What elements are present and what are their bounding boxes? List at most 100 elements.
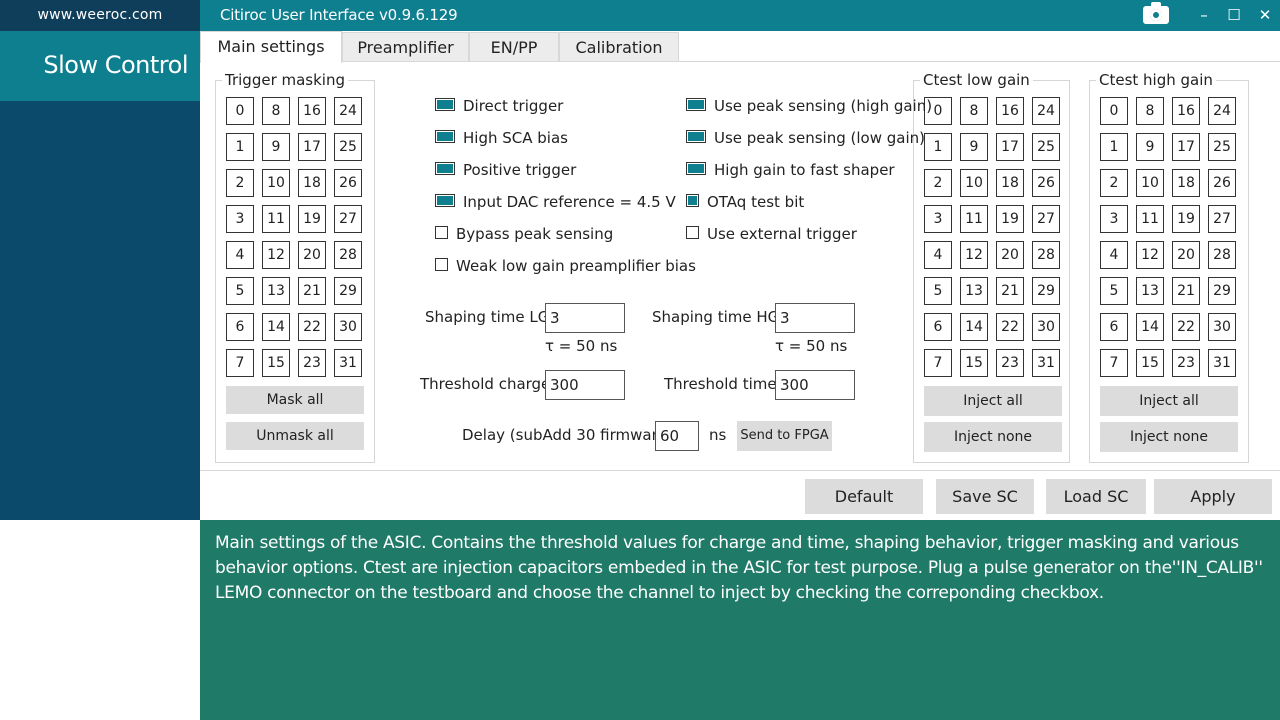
default-button[interactable]: Default bbox=[805, 479, 923, 514]
ctest-low-channel-3[interactable]: 3 bbox=[924, 205, 952, 233]
checkbox[interactable] bbox=[435, 130, 455, 143]
ctest-low-channel-21[interactable]: 21 bbox=[996, 277, 1024, 305]
trigger-mask-channel-5[interactable]: 5 bbox=[226, 277, 254, 305]
ctest-low-channel-24[interactable]: 24 bbox=[1032, 97, 1060, 125]
maximize-button[interactable]: ☐ bbox=[1219, 0, 1249, 31]
trigger-mask-channel-0[interactable]: 0 bbox=[226, 97, 254, 125]
ctest-low-channel-19[interactable]: 19 bbox=[996, 205, 1024, 233]
checkbox[interactable] bbox=[686, 162, 706, 175]
ctest-high-channel-23[interactable]: 23 bbox=[1172, 349, 1200, 377]
checkbox[interactable] bbox=[435, 194, 455, 207]
ctest-low-channel-7[interactable]: 7 bbox=[924, 349, 952, 377]
trigger-mask-channel-11[interactable]: 11 bbox=[262, 205, 290, 233]
trigger-mask-channel-3[interactable]: 3 bbox=[226, 205, 254, 233]
sidebar-item-slow-control[interactable]: Slow Control bbox=[0, 31, 200, 101]
ctest-high-channel-11[interactable]: 11 bbox=[1136, 205, 1164, 233]
load-sc-button[interactable]: Load SC bbox=[1046, 479, 1146, 514]
ctest-low-channel-17[interactable]: 17 bbox=[996, 133, 1024, 161]
ctest-high-channel-20[interactable]: 20 bbox=[1172, 241, 1200, 269]
minimize-button[interactable]: – bbox=[1189, 0, 1219, 31]
trigger-mask-channel-22[interactable]: 22 bbox=[298, 313, 326, 341]
trigger-mask-channel-9[interactable]: 9 bbox=[262, 133, 290, 161]
trigger-mask-channel-7[interactable]: 7 bbox=[226, 349, 254, 377]
ctest-low-channel-26[interactable]: 26 bbox=[1032, 169, 1060, 197]
threshold-charge-input[interactable]: 300 bbox=[545, 370, 625, 400]
website-link[interactable]: www.weeroc.com bbox=[0, 0, 200, 31]
ctest-low-channel-11[interactable]: 11 bbox=[960, 205, 988, 233]
ctest-low-channel-6[interactable]: 6 bbox=[924, 313, 952, 341]
ctest-low-channel-29[interactable]: 29 bbox=[1032, 277, 1060, 305]
tab-preamplifier[interactable]: Preamplifier bbox=[342, 32, 469, 62]
mask-all-button[interactable]: Mask all bbox=[226, 386, 364, 414]
trigger-mask-channel-31[interactable]: 31 bbox=[334, 349, 362, 377]
ctest-low-channel-12[interactable]: 12 bbox=[960, 241, 988, 269]
ctest-high-channel-5[interactable]: 5 bbox=[1100, 277, 1128, 305]
ctest-high-channel-18[interactable]: 18 bbox=[1172, 169, 1200, 197]
checkbox[interactable] bbox=[686, 130, 706, 143]
trigger-mask-channel-19[interactable]: 19 bbox=[298, 205, 326, 233]
inject-none-high-button[interactable]: Inject none bbox=[1100, 422, 1238, 452]
ctest-low-channel-5[interactable]: 5 bbox=[924, 277, 952, 305]
send-to-fpga-button[interactable]: Send to FPGA bbox=[737, 421, 832, 451]
ctest-high-channel-9[interactable]: 9 bbox=[1136, 133, 1164, 161]
ctest-high-channel-24[interactable]: 24 bbox=[1208, 97, 1236, 125]
tab-main-settings[interactable]: Main settings bbox=[200, 31, 342, 63]
trigger-mask-channel-16[interactable]: 16 bbox=[298, 97, 326, 125]
ctest-high-channel-4[interactable]: 4 bbox=[1100, 241, 1128, 269]
ctest-high-channel-22[interactable]: 22 bbox=[1172, 313, 1200, 341]
trigger-mask-channel-10[interactable]: 10 bbox=[262, 169, 290, 197]
ctest-high-channel-21[interactable]: 21 bbox=[1172, 277, 1200, 305]
ctest-low-channel-27[interactable]: 27 bbox=[1032, 205, 1060, 233]
trigger-mask-channel-20[interactable]: 20 bbox=[298, 241, 326, 269]
ctest-low-channel-8[interactable]: 8 bbox=[960, 97, 988, 125]
checkbox[interactable] bbox=[435, 162, 455, 175]
shaping-lg-input[interactable]: 3 bbox=[545, 303, 625, 333]
ctest-high-channel-2[interactable]: 2 bbox=[1100, 169, 1128, 197]
trigger-mask-channel-8[interactable]: 8 bbox=[262, 97, 290, 125]
ctest-low-channel-18[interactable]: 18 bbox=[996, 169, 1024, 197]
ctest-low-channel-2[interactable]: 2 bbox=[924, 169, 952, 197]
ctest-high-channel-6[interactable]: 6 bbox=[1100, 313, 1128, 341]
ctest-low-channel-23[interactable]: 23 bbox=[996, 349, 1024, 377]
ctest-low-channel-15[interactable]: 15 bbox=[960, 349, 988, 377]
checkbox[interactable] bbox=[435, 98, 455, 111]
trigger-mask-channel-14[interactable]: 14 bbox=[262, 313, 290, 341]
trigger-mask-channel-28[interactable]: 28 bbox=[334, 241, 362, 269]
ctest-high-channel-10[interactable]: 10 bbox=[1136, 169, 1164, 197]
ctest-low-channel-14[interactable]: 14 bbox=[960, 313, 988, 341]
ctest-low-channel-9[interactable]: 9 bbox=[960, 133, 988, 161]
ctest-high-channel-7[interactable]: 7 bbox=[1100, 349, 1128, 377]
ctest-high-channel-16[interactable]: 16 bbox=[1172, 97, 1200, 125]
tab-calibration[interactable]: Calibration bbox=[559, 32, 679, 62]
threshold-time-input[interactable]: 300 bbox=[775, 370, 855, 400]
ctest-high-channel-28[interactable]: 28 bbox=[1208, 241, 1236, 269]
apply-button[interactable]: Apply bbox=[1154, 479, 1272, 514]
ctest-high-channel-26[interactable]: 26 bbox=[1208, 169, 1236, 197]
ctest-low-channel-20[interactable]: 20 bbox=[996, 241, 1024, 269]
ctest-high-channel-8[interactable]: 8 bbox=[1136, 97, 1164, 125]
trigger-mask-channel-4[interactable]: 4 bbox=[226, 241, 254, 269]
trigger-mask-channel-2[interactable]: 2 bbox=[226, 169, 254, 197]
ctest-low-channel-30[interactable]: 30 bbox=[1032, 313, 1060, 341]
close-button[interactable]: ✕ bbox=[1250, 0, 1280, 31]
checkbox[interactable] bbox=[686, 194, 699, 207]
trigger-mask-channel-24[interactable]: 24 bbox=[334, 97, 362, 125]
ctest-high-channel-27[interactable]: 27 bbox=[1208, 205, 1236, 233]
ctest-low-channel-31[interactable]: 31 bbox=[1032, 349, 1060, 377]
ctest-low-channel-16[interactable]: 16 bbox=[996, 97, 1024, 125]
trigger-mask-channel-15[interactable]: 15 bbox=[262, 349, 290, 377]
shaping-hg-input[interactable]: 3 bbox=[775, 303, 855, 333]
trigger-mask-channel-25[interactable]: 25 bbox=[334, 133, 362, 161]
ctest-high-channel-25[interactable]: 25 bbox=[1208, 133, 1236, 161]
trigger-mask-channel-13[interactable]: 13 bbox=[262, 277, 290, 305]
inject-all-low-button[interactable]: Inject all bbox=[924, 386, 1062, 416]
trigger-mask-channel-26[interactable]: 26 bbox=[334, 169, 362, 197]
ctest-high-channel-31[interactable]: 31 bbox=[1208, 349, 1236, 377]
ctest-low-channel-1[interactable]: 1 bbox=[924, 133, 952, 161]
trigger-mask-channel-21[interactable]: 21 bbox=[298, 277, 326, 305]
delay-input[interactable]: 60 bbox=[655, 421, 699, 451]
checkbox[interactable] bbox=[686, 98, 706, 111]
ctest-high-channel-13[interactable]: 13 bbox=[1136, 277, 1164, 305]
ctest-low-channel-4[interactable]: 4 bbox=[924, 241, 952, 269]
ctest-high-channel-0[interactable]: 0 bbox=[1100, 97, 1128, 125]
